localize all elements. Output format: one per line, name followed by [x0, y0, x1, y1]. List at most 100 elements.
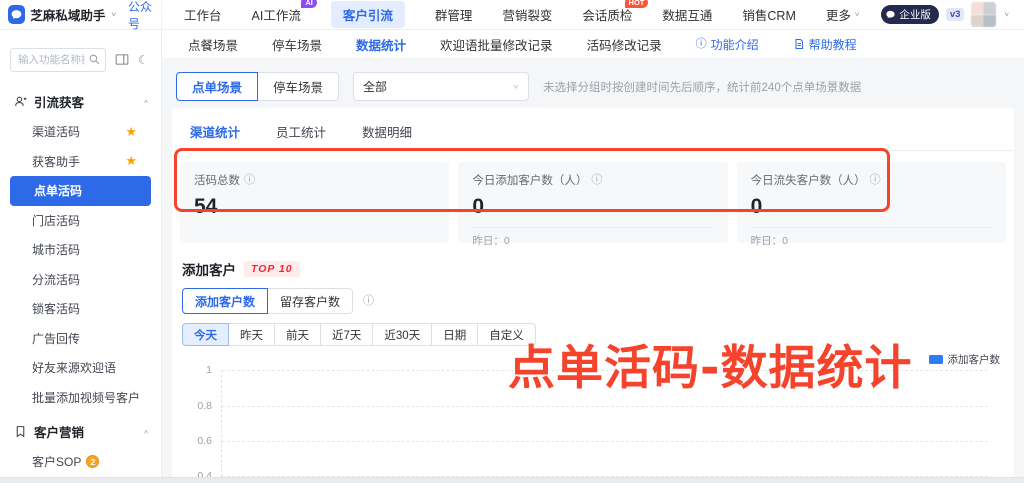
metric-toggle-retained[interactable]: 留存客户数 [268, 288, 354, 314]
hot-badge: HOT [624, 0, 649, 8]
select-chevron-down-icon: ∨ [512, 82, 520, 90]
subtab-data-statistics[interactable]: 数据统计 [356, 35, 406, 54]
horizontal-scrollbar[interactable] [0, 477, 1024, 483]
official-account-link[interactable]: 公众号 [128, 0, 161, 32]
sidebar-item-order-livecode[interactable]: 点单活码 [10, 176, 151, 206]
sidebar-item-batch-add-channels-customer[interactable]: 批量添加视频号客户 [0, 383, 161, 413]
stat-cards: 活码总数 ⓘ 54 今日添加客户数（人） ⓘ 0 昨日：0 今日流失客户数（人）… [172, 151, 1014, 247]
topnav-item-ai-workflow[interactable]: AI工作流 AI [252, 0, 317, 24]
subtab-parking-scene[interactable]: 停车场景 [272, 35, 322, 54]
sidebar-item-friend-source-welcome[interactable]: 好友来源欢迎语 [0, 353, 161, 383]
info-circle-icon[interactable]: ⓘ [591, 174, 602, 186]
time-filter-row: 今天 昨天 前天 近7天 近30天 日期 自定义 [172, 314, 1014, 346]
stat-yesterday: 昨日：0 [750, 235, 788, 247]
feature-intro-link[interactable]: ⓘ 功能介绍 [696, 36, 759, 53]
time-filter-today[interactable]: 今天 [182, 323, 229, 346]
time-filter-group: 今天 昨天 前天 近7天 近30天 日期 自定义 [182, 323, 536, 346]
stat-value: 0 [750, 195, 763, 218]
section-caret-up-icon[interactable]: ∧ [143, 98, 149, 104]
time-filter-date[interactable]: 日期 [432, 323, 479, 346]
scene-toggle-parking[interactable]: 停车场景 [258, 72, 340, 101]
ai-badge: AI [301, 0, 317, 8]
topnav-item-group-management[interactable]: 群管理 [435, 5, 473, 24]
metric-toggle-added[interactable]: 添加客户数 [182, 288, 269, 314]
sidebar-section-customer-marketing[interactable]: 客户营销 ∧ [0, 412, 161, 447]
chart-y-axis [221, 370, 222, 483]
top-navbar: 芝麻私域助手 ∨ 公众号 工作台 AI工作流 AI 客户引流 群管理 营销裂变 … [0, 0, 1024, 32]
sidebar-item-channel-livecode[interactable]: 渠道活码 ★ [0, 117, 161, 147]
chart-legend[interactable]: 添加客户数 [928, 352, 1000, 367]
time-filter-custom[interactable]: 自定义 [478, 323, 536, 346]
time-filter-30days[interactable]: 近30天 [373, 323, 433, 346]
subtab-ordering-scene[interactable]: 点餐场景 [188, 35, 238, 54]
star-icon[interactable]: ★ [125, 124, 137, 140]
subtab-welcome-batch-log[interactable]: 欢迎语批量修改记录 [440, 35, 553, 54]
more-chevron-down-icon: ∨ [853, 10, 861, 18]
sidebar-item-lock-livecode[interactable]: 锁客活码 [0, 294, 161, 324]
sidebar-item-city-livecode[interactable]: 城市活码 [0, 235, 161, 265]
tab-staff-stats[interactable]: 员工统计 [276, 122, 326, 150]
topnav-item-chat-inspection[interactable]: 会话质检 HOT [582, 0, 649, 24]
app-window: 芝麻私域助手 ∨ 公众号 工作台 AI工作流 AI 客户引流 群管理 营销裂变 … [0, 0, 1024, 483]
brand-chevron-down-icon[interactable]: ∨ [110, 11, 117, 19]
group-note-text: 未选择分组时按创建时间先后顺序，统计前240个点单场景数据 [543, 81, 862, 94]
dark-mode-moon-icon[interactable]: ☾ [138, 54, 149, 66]
scene-toggle: 点单场景 停车场景 [176, 72, 340, 101]
topnav-item-data-exchange[interactable]: 数据互通 [662, 5, 712, 24]
sidebar: ☾ 引流获客 ∧ 渠道活码 ★ 获客助手 ★ 点单活码 门店活码 城市活码 分流… [0, 30, 162, 483]
person-plus-icon [15, 96, 27, 106]
time-filter-day-before[interactable]: 前天 [275, 323, 321, 346]
version-badge: v3 [945, 8, 965, 21]
section-caret-up-icon[interactable]: ∧ [143, 428, 149, 434]
stat-card-added-today: 今日添加客户数（人） ⓘ 0 昨日：0 [458, 162, 728, 247]
topnav-item-marketing-fission[interactable]: 营销裂变 [502, 5, 552, 24]
filter-row: 点单场景 停车场景 全部 ∨ 未选择分组时按创建时间先后顺序，统计前240个点单… [162, 59, 1024, 113]
stat-value: 0 [472, 195, 485, 218]
time-filter-yesterday[interactable]: 昨天 [229, 323, 275, 346]
info-circle-icon[interactable]: ⓘ [363, 295, 374, 307]
user-avatar[interactable] [971, 2, 997, 27]
metric-toggle: 添加客户数 留存客户数 [182, 288, 354, 314]
plan-badge: 企业版 [881, 5, 939, 24]
account-area: 企业版 v3 ∨ [881, 2, 1024, 27]
sidebar-section-acquisition[interactable]: 引流获客 ∧ [0, 82, 161, 117]
topnav-item-workbench[interactable]: 工作台 [184, 5, 222, 24]
info-circle-icon[interactable]: ⓘ [870, 174, 881, 186]
info-circle-icon[interactable]: ⓘ [244, 174, 255, 186]
group-select[interactable]: 全部 ∨ [353, 72, 530, 101]
sidebar-item-ad-callback[interactable]: 广告回传 [0, 324, 161, 354]
subtab-livecode-change-log[interactable]: 活码修改记录 [587, 35, 662, 54]
stat-card-lost-today: 今日流失客户数（人） ⓘ 0 昨日：0 [736, 162, 1006, 247]
scene-toggle-order[interactable]: 点单场景 [176, 72, 259, 101]
sidebar-item-acquisition-assistant[interactable]: 获客助手 ★ [0, 147, 161, 177]
brand-area[interactable]: 芝麻私域助手 ∨ 公众号 [0, 0, 162, 32]
time-filter-7days[interactable]: 近7天 [321, 323, 374, 346]
stat-card-total-livecodes: 活码总数 ⓘ 54 [180, 162, 450, 243]
tab-channel-stats[interactable]: 渠道统计 [190, 122, 241, 151]
sidebar-item-customer-sop[interactable]: 客户SOP 2 [0, 447, 161, 477]
add-customer-section-header: 添加客户 TOP 10 [172, 243, 1014, 279]
metric-toggle-row: 添加客户数 留存客户数 ⓘ [172, 279, 1014, 314]
sub-navbar: 点餐场景 停车场景 数据统计 欢迎语批量修改记录 活码修改记录 ⓘ 功能介绍 帮… [162, 30, 1024, 59]
topnav-item-customer-acquisition[interactable]: 客户引流 [330, 1, 405, 28]
sidebar-item-store-livecode[interactable]: 门店活码 [0, 206, 161, 236]
search-icon [89, 54, 100, 65]
topnav-item-more[interactable]: 更多 ∨ [826, 5, 861, 24]
app-title: 芝麻私域助手 [30, 9, 106, 23]
stat-yesterday: 昨日：0 [472, 235, 510, 247]
sidebar-item-split-livecode[interactable]: 分流活码 [0, 265, 161, 295]
collapse-sidebar-icon[interactable] [115, 53, 129, 68]
info-circle-icon: ⓘ [695, 37, 707, 50]
tab-data-detail[interactable]: 数据明细 [362, 122, 412, 150]
sop-version-badge: 2 [86, 455, 100, 469]
statistics-tabs: 渠道统计 员工统计 数据明细 [172, 108, 1014, 151]
section-title: 添加客户 [182, 263, 236, 278]
statistics-card: 渠道统计 员工统计 数据明细 活码总数 ⓘ 54 今日添加客户数（人） ⓘ 0 … [172, 108, 1014, 483]
help-tutorial-link[interactable]: 帮助教程 [793, 36, 857, 53]
account-chevron-down-icon[interactable]: ∨ [1003, 11, 1010, 19]
topnav-item-sales-crm[interactable]: 销售CRM [742, 5, 795, 24]
star-icon[interactable]: ★ [125, 153, 137, 169]
document-icon [795, 39, 803, 49]
add-customer-chart: 添加客户数 1 0.8 0.6 0.4 [180, 352, 1006, 483]
stat-value: 54 [194, 195, 218, 218]
